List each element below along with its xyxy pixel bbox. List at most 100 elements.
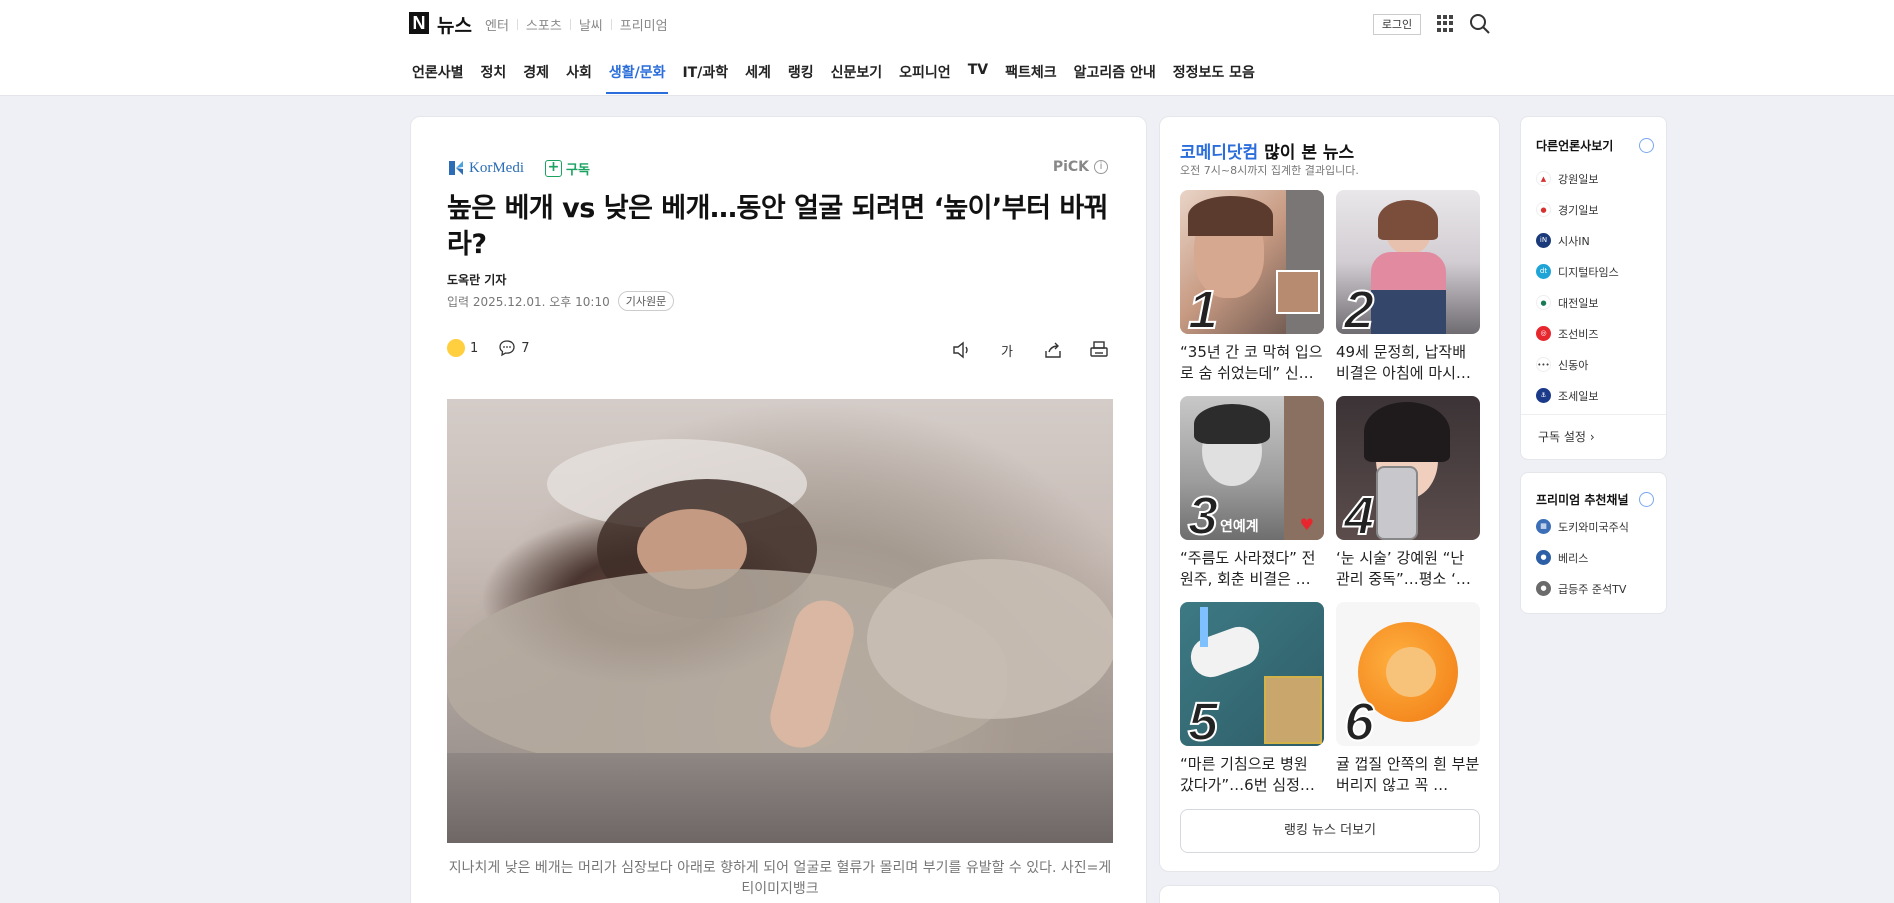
news-logo-text[interactable]: 뉴스 [437, 11, 472, 38]
nav-item-economy[interactable]: 경제 [523, 62, 549, 94]
ranking-headline[interactable]: 귤 껍질 안쪽의 흰 부분 버리지 않고 꼭 … [1336, 754, 1480, 796]
kormedi-mark-icon [449, 161, 463, 175]
press-item[interactable]: ⚓ 조세일보 [1536, 380, 1619, 411]
press-logo[interactable]: KorMedi [447, 159, 524, 177]
reaction-emoji-icon[interactable] [447, 339, 465, 357]
ranking-thumbnail[interactable]: 1 [1180, 190, 1324, 334]
nav-item-society[interactable]: 사회 [566, 62, 592, 94]
subscribe-setting-link[interactable]: 구독 설정 › [1538, 428, 1595, 445]
press-item[interactable]: ● 대전일보 [1536, 287, 1619, 318]
ranking-item-3[interactable]: 연예계 ♥ 3 “주름도 사라졌다” 전원주, 회춘 비결은 … [1180, 396, 1324, 590]
ranking-headline[interactable]: “주름도 사라졌다” 전원주, 회춘 비결은 … [1180, 548, 1324, 590]
press-logo-icon: dt [1536, 264, 1551, 279]
ranking-headline[interactable]: 49세 문정희, 납작배 비결은 아침에 마시… [1336, 342, 1480, 384]
pick-badge[interactable]: PiCK i [1053, 159, 1108, 175]
press-item-label: 조선비즈 [1558, 327, 1599, 341]
press-item[interactable]: ▲ 강원일보 [1536, 163, 1619, 194]
ranking-more-button[interactable]: 랭킹 뉴스 더보기 [1180, 809, 1480, 853]
nav-item-life-culture[interactable]: 생활/문화 [605, 62, 669, 94]
refresh-icon[interactable] [1639, 492, 1654, 507]
service-link-sports[interactable]: 스포츠 [526, 15, 562, 34]
press-logo-icon: iN [1536, 233, 1551, 248]
login-button[interactable]: 로그인 [1373, 14, 1421, 35]
ranking-title: 코메디닷컴 많이 본 뉴스 [1180, 138, 1354, 163]
ranking-headline[interactable]: “35년 간 코 막혀 입으로 숨 쉬었는데” 신… [1180, 342, 1324, 384]
press-item-label: 시사IN [1558, 234, 1590, 248]
chevron-right-icon: › [1589, 430, 1595, 444]
other-press-panel: 다른언론사보기 ▲ 강원일보 ● 경기일보 iN 시사IN dt 디지털타임스 … [1520, 116, 1667, 460]
nav-item-politics[interactable]: 정치 [481, 62, 507, 94]
print-icon[interactable] [1088, 339, 1110, 361]
article-dateline: 입력 2025.12.01. 오후 10:10 기사원문 [447, 291, 675, 311]
nav-item-factcheck[interactable]: 팩트체크 [1005, 62, 1057, 94]
press-item-label: 대전일보 [1558, 296, 1599, 310]
service-link-weather[interactable]: 날씨 [579, 15, 603, 34]
search-icon[interactable] [1469, 13, 1491, 35]
divider [516, 19, 518, 30]
nav-item-press[interactable]: 언론사별 [412, 62, 464, 94]
article-headline: 높은 베개 vs 낮은 베개…동안 얼굴 되려면 ‘높이’부터 바꿔라? [447, 193, 1109, 260]
refresh-icon[interactable] [1639, 138, 1654, 153]
rank-number: 6 [1343, 691, 1375, 746]
font-size-icon[interactable]: 가 [996, 339, 1018, 361]
article-tools: 가 [926, 339, 1110, 361]
nav-item-newspaper[interactable]: 신문보기 [831, 62, 883, 94]
original-article-button[interactable]: 기사원문 [617, 291, 675, 311]
press-logo-icon: ▲ [1536, 171, 1551, 186]
app-grid-icon[interactable] [1437, 15, 1454, 32]
nav-item-world[interactable]: 세계 [745, 62, 771, 94]
channel-item[interactable]: ● 베리스 [1536, 542, 1629, 573]
ranking-press-name[interactable]: 코메디닷컴 [1180, 143, 1258, 163]
nav-item-algorithm[interactable]: 알고리즘 안내 [1074, 62, 1156, 94]
ranking-headline[interactable]: ‘눈 시술’ 강예원 “난 관리 중독”…평소 ‘… [1336, 548, 1480, 590]
premium-channel-panel: 프리미엄 추천채널 ▦ 도키와미국주식 ● 베리스 ● 급등주 준석TV [1520, 472, 1667, 614]
subscribe-label: 구독 [566, 163, 590, 178]
article-card: KorMedi + 구독 PiCK i 높은 베개 vs 낮은 베개…동안 얼굴… [410, 116, 1147, 903]
ranking-item-5[interactable]: 5 “마른 기침으로 병원 갔다가”…6번 심정… [1180, 602, 1324, 796]
ranking-thumbnail[interactable]: 4 [1336, 396, 1480, 540]
ranking-thumbnail[interactable]: 2 [1336, 190, 1480, 334]
press-item-label: 디지털타임스 [1558, 265, 1619, 279]
nav-item-ranking[interactable]: 랭킹 [788, 62, 814, 94]
ranking-item-4[interactable]: 4 ‘눈 시술’ 강예원 “난 관리 중독”…평소 ‘… [1336, 396, 1480, 590]
press-item[interactable]: dt 디지털타임스 [1536, 256, 1619, 287]
reporter-name[interactable]: 도옥란 기자 [447, 271, 506, 288]
nav-item-it-science[interactable]: IT/과학 [682, 62, 728, 94]
comment-icon[interactable] [498, 339, 516, 357]
service-links: 엔터 스포츠 날씨 프리미엄 [485, 15, 668, 34]
channel-item[interactable]: ▦ 도키와미국주식 [1536, 511, 1629, 542]
ranking-item-2[interactable]: 2 49세 문정희, 납작배 비결은 아침에 마시… [1336, 190, 1480, 384]
nav-item-corrections[interactable]: 정정보도 모음 [1173, 62, 1255, 94]
ranking-item-1[interactable]: 1 “35년 간 코 막혀 입으로 숨 쉬었는데” 신… [1180, 190, 1324, 384]
ranking-headline[interactable]: “마른 기침으로 병원 갔다가”…6번 심정… [1180, 754, 1324, 796]
ranking-thumbnail[interactable]: 연예계 ♥ 3 [1180, 396, 1324, 540]
ranking-thumbnail[interactable]: 5 [1180, 602, 1324, 746]
press-item[interactable]: iN 시사IN [1536, 225, 1619, 256]
share-icon[interactable] [1042, 339, 1064, 361]
ranking-subtitle: 오전 7시~8시까지 집계한 결과입니다. [1180, 164, 1359, 177]
speaker-icon[interactable] [950, 339, 972, 361]
pick-label: PiCK [1052, 159, 1089, 175]
reaction-bar: 1 7 [447, 339, 530, 357]
press-item[interactable]: ••• 신동아 [1536, 349, 1619, 380]
subscribe-button[interactable]: + 구독 [545, 159, 590, 178]
ranking-item-6[interactable]: 6 귤 껍질 안쪽의 흰 부분 버리지 않고 꼭 … [1336, 602, 1480, 796]
press-item[interactable]: ● 경기일보 [1536, 194, 1619, 225]
nav-item-tv[interactable]: TV [968, 62, 988, 94]
channel-item[interactable]: ● 급등주 준석TV [1536, 573, 1629, 604]
channel-logo-icon: ● [1536, 550, 1551, 565]
press-item-label: 조세일보 [1558, 389, 1599, 403]
press-item[interactable]: ◎ 조선비즈 [1536, 318, 1619, 349]
photo-caption: 지나치게 낮은 베개는 머리가 심장보다 아래로 향하게 되어 얼굴로 혈류가 … [448, 860, 1112, 897]
other-press-title: 다른언론사보기 [1536, 139, 1614, 153]
naver-logo[interactable]: N [409, 12, 429, 34]
ranking-thumbnail[interactable]: 6 [1336, 602, 1480, 746]
comment-count: 7 [521, 340, 530, 356]
service-link-enter[interactable]: 엔터 [485, 15, 509, 34]
nav-item-opinion[interactable]: 오피니언 [899, 62, 951, 94]
rank-number: 3 [1187, 485, 1219, 540]
other-press-list: ▲ 강원일보 ● 경기일보 iN 시사IN dt 디지털타임스 ● 대전일보 ◎… [1536, 163, 1619, 411]
press-item-label: 경기일보 [1558, 203, 1599, 217]
service-link-premium[interactable]: 프리미엄 [620, 15, 668, 34]
info-icon[interactable]: i [1094, 160, 1108, 174]
